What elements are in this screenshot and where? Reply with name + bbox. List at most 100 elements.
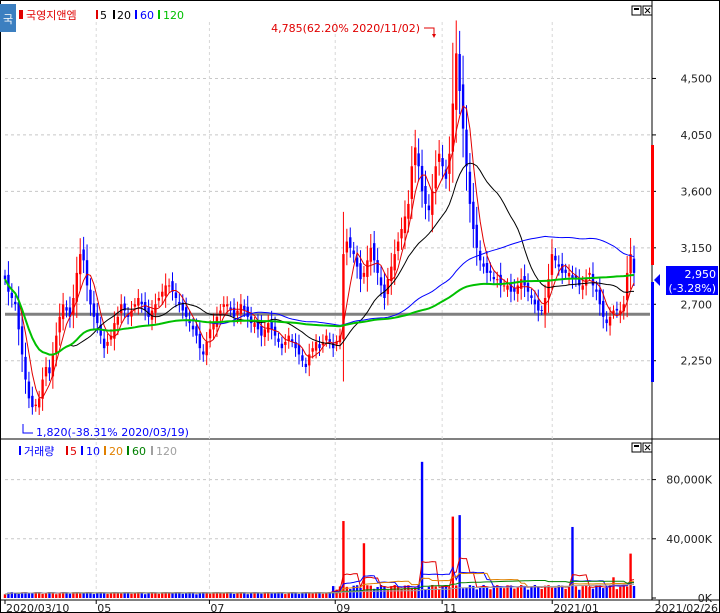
volume-bar <box>359 587 362 598</box>
ma120-label: 120 <box>163 9 184 22</box>
candle-body <box>584 279 588 286</box>
candle-body <box>161 291 164 297</box>
candle-body <box>280 343 284 349</box>
volume-bar <box>489 589 492 598</box>
candle-body <box>311 348 314 352</box>
candle-body <box>34 404 37 407</box>
candle-body <box>372 243 376 261</box>
volume-bar <box>605 587 608 598</box>
volume-bar <box>574 586 578 598</box>
volume-panel-maximize-button[interactable] <box>631 442 642 453</box>
volume-bar <box>598 585 602 598</box>
volume-tick-label: 80,000K <box>666 474 712 487</box>
volume-bar <box>584 585 588 598</box>
volume-bar <box>311 593 314 598</box>
candle-body <box>431 191 434 215</box>
vol-ma5-marker <box>66 446 68 455</box>
candle-body <box>550 254 554 275</box>
candle-body <box>24 356 27 380</box>
candle-body <box>10 292 14 298</box>
volume-bar <box>455 585 458 598</box>
price-panel-maximize-button[interactable] <box>631 5 642 16</box>
candle-body <box>85 260 89 286</box>
candle-body <box>602 300 605 317</box>
volume-bar <box>325 593 328 598</box>
volume-bar <box>526 589 530 598</box>
candle-body <box>191 325 195 330</box>
volume-title: 거래량 <box>24 445 54 458</box>
volume-bar <box>79 593 82 598</box>
volume-bar <box>321 593 325 598</box>
x-tick-label: 2021/02/26 <box>655 602 718 613</box>
candle-body <box>79 254 82 275</box>
candle-body <box>557 264 560 267</box>
candle-body <box>349 237 352 248</box>
candle-body <box>376 260 379 273</box>
candle-body <box>625 272 629 301</box>
volume-bar <box>273 593 277 598</box>
volume-bar <box>554 587 557 598</box>
volume-bar <box>427 586 431 598</box>
candle-body <box>301 355 304 361</box>
candle-body <box>403 216 407 234</box>
volume-bar <box>236 592 239 598</box>
candle-body <box>537 300 540 311</box>
candle-body <box>198 333 202 349</box>
volume-bar <box>622 584 625 598</box>
volume-bar <box>588 587 591 598</box>
volume-bar <box>602 588 605 598</box>
stock-chart: 국 국영지앤엠 5 20 60 120 거래량 5 10 20 60 120 2… <box>0 0 720 613</box>
x-tick-label: 09 <box>336 602 350 613</box>
candle-body <box>137 298 140 306</box>
volume-bar <box>400 588 403 598</box>
volume-bar <box>369 585 372 598</box>
legend-marker <box>19 10 23 19</box>
candle-body <box>441 158 444 167</box>
volume-bar <box>414 587 417 598</box>
candle-body <box>314 341 318 351</box>
candle-body <box>359 263 362 280</box>
candle-body <box>472 201 475 229</box>
candle-body <box>27 381 31 399</box>
candle-body <box>629 254 632 274</box>
candle-body <box>222 304 225 307</box>
candle-body <box>468 171 472 204</box>
legend-marker <box>19 446 21 455</box>
price-panel-close-button[interactable] <box>642 5 653 16</box>
volume-bar <box>232 593 236 598</box>
candle-body <box>502 285 506 287</box>
volume-bar <box>437 589 441 598</box>
y-tick-label: 3,150 <box>681 242 713 255</box>
volume-bar <box>222 593 225 598</box>
volume-bar <box>14 593 17 598</box>
volume-bar <box>243 592 246 598</box>
ma5-label: 5 <box>100 9 107 22</box>
candle-body <box>58 316 61 333</box>
candle-body <box>102 338 106 349</box>
candle-body <box>591 273 595 286</box>
ma60-marker <box>135 10 137 19</box>
volume-bar <box>171 593 174 598</box>
volume-bar <box>27 593 31 598</box>
candle-body <box>379 277 383 286</box>
candle-body <box>530 295 533 298</box>
volume-bar <box>133 593 137 598</box>
candle-body <box>297 344 301 355</box>
volume-panel-close-button[interactable] <box>642 442 653 453</box>
volume-bar <box>219 593 222 598</box>
volume-bar <box>260 593 263 598</box>
volume-bar <box>157 593 161 598</box>
volume-bar <box>68 593 72 598</box>
volume-bar <box>564 588 567 598</box>
candle-body <box>164 285 167 296</box>
candle-body <box>20 326 24 355</box>
range-bar-up <box>651 145 654 265</box>
candle-body <box>533 299 537 305</box>
volume-bar <box>540 588 543 598</box>
candle-body <box>369 247 372 262</box>
volume-bar <box>376 586 379 598</box>
volume-bar <box>3 594 7 598</box>
maximize-icon-bar <box>634 8 639 10</box>
candle-body <box>256 322 260 330</box>
volume-bar <box>581 586 584 598</box>
